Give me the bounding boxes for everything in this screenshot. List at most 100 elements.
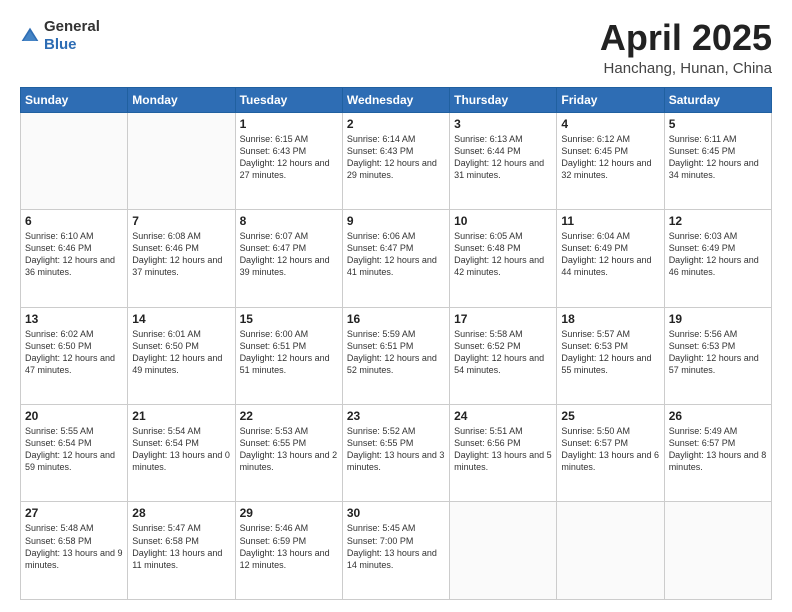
title-block: April 2025 Hanchang, Hunan, China — [600, 18, 772, 77]
calendar-cell: 10 Sunrise: 6:05 AMSunset: 6:48 PMDayligh… — [450, 210, 557, 307]
day-number: 24 — [454, 409, 552, 423]
day-detail: Sunrise: 5:57 AMSunset: 6:53 PMDaylight:… — [561, 328, 659, 377]
calendar-table: SundayMondayTuesdayWednesdayThursdayFrid… — [20, 87, 772, 600]
calendar-cell: 15 Sunrise: 6:00 AMSunset: 6:51 PMDayligh… — [235, 307, 342, 404]
day-number: 26 — [669, 409, 767, 423]
calendar-cell — [450, 502, 557, 600]
calendar-title: April 2025 — [600, 18, 772, 58]
day-detail: Sunrise: 6:14 AMSunset: 6:43 PMDaylight:… — [347, 133, 445, 182]
day-number: 30 — [347, 506, 445, 520]
calendar-cell: 1 Sunrise: 6:15 AMSunset: 6:43 PMDaylight… — [235, 112, 342, 209]
calendar-cell: 17 Sunrise: 5:58 AMSunset: 6:52 PMDayligh… — [450, 307, 557, 404]
calendar-cell: 29 Sunrise: 5:46 AMSunset: 6:59 PMDayligh… — [235, 502, 342, 600]
day-number: 16 — [347, 312, 445, 326]
calendar-cell: 21Sunrise: 5:54 AMSunset: 6:54 PMDayligh… — [128, 405, 235, 502]
day-number: 29 — [240, 506, 338, 520]
day-detail: Sunrise: 5:49 AMSunset: 6:57 PMDaylight:… — [669, 425, 767, 474]
day-number: 7 — [132, 214, 230, 228]
calendar-cell — [21, 112, 128, 209]
day-detail: Sunrise: 5:47 AMSunset: 6:58 PMDaylight:… — [132, 522, 230, 571]
day-detail: Sunrise: 6:05 AMSunset: 6:48 PMDaylight:… — [454, 230, 552, 279]
calendar-week-4: 20 Sunrise: 5:55 AMSunset: 6:54 PMDayligh… — [21, 405, 772, 502]
day-number: 3 — [454, 117, 552, 131]
day-detail: Sunrise: 5:48 AMSunset: 6:58 PMDaylight:… — [25, 522, 123, 571]
calendar-cell: 4 Sunrise: 6:12 AMSunset: 6:45 PMDaylight… — [557, 112, 664, 209]
weekday-header-saturday: Saturday — [664, 87, 771, 112]
calendar-cell: 2 Sunrise: 6:14 AMSunset: 6:43 PMDaylight… — [342, 112, 449, 209]
calendar-page: General Blue April 2025 Hanchang, Hunan,… — [0, 0, 792, 612]
day-number: 20 — [25, 409, 123, 423]
calendar-cell: 8 Sunrise: 6:07 AMSunset: 6:47 PMDaylight… — [235, 210, 342, 307]
day-number: 4 — [561, 117, 659, 131]
calendar-cell: 24 Sunrise: 5:51 AMSunset: 6:56 PMDayligh… — [450, 405, 557, 502]
calendar-cell: 3 Sunrise: 6:13 AMSunset: 6:44 PMDaylight… — [450, 112, 557, 209]
day-detail: Sunrise: 6:15 AMSunset: 6:43 PMDaylight:… — [240, 133, 338, 182]
day-detail: Sunrise: 6:04 AMSunset: 6:49 PMDaylight:… — [561, 230, 659, 279]
day-number: 2 — [347, 117, 445, 131]
weekday-header-thursday: Thursday — [450, 87, 557, 112]
day-detail: Sunrise: 5:51 AMSunset: 6:56 PMDaylight:… — [454, 425, 552, 474]
day-number: 1 — [240, 117, 338, 131]
weekday-header-friday: Friday — [557, 87, 664, 112]
day-number: 9 — [347, 214, 445, 228]
day-detail: Sunrise: 6:07 AMSunset: 6:47 PMDaylight:… — [240, 230, 338, 279]
day-number: 11 — [561, 214, 659, 228]
calendar-cell: 25Sunrise: 5:50 AMSunset: 6:57 PMDayligh… — [557, 405, 664, 502]
calendar-header-row: SundayMondayTuesdayWednesdayThursdayFrid… — [21, 87, 772, 112]
day-number: 13 — [25, 312, 123, 326]
calendar-cell: 23 Sunrise: 5:52 AMSunset: 6:55 PMDayligh… — [342, 405, 449, 502]
day-number: 17 — [454, 312, 552, 326]
day-number: 8 — [240, 214, 338, 228]
day-detail: Sunrise: 6:10 AMSunset: 6:46 PMDaylight:… — [25, 230, 123, 279]
day-number: 18 — [561, 312, 659, 326]
day-detail: Sunrise: 6:13 AMSunset: 6:44 PMDaylight:… — [454, 133, 552, 182]
day-detail: Sunrise: 6:01 AMSunset: 6:50 PMDaylight:… — [132, 328, 230, 377]
calendar-cell: 22 Sunrise: 5:53 AMSunset: 6:55 PMDayligh… — [235, 405, 342, 502]
day-detail: Sunrise: 6:00 AMSunset: 6:51 PMDaylight:… — [240, 328, 338, 377]
day-detail: Sunrise: 5:55 AMSunset: 6:54 PMDaylight:… — [25, 425, 123, 474]
day-number: 27 — [25, 506, 123, 520]
logo-blue: Blue — [44, 36, 77, 53]
day-number: 21 — [132, 409, 230, 423]
day-number: 28 — [132, 506, 230, 520]
day-number: 15 — [240, 312, 338, 326]
day-detail: Sunrise: 6:06 AMSunset: 6:47 PMDaylight:… — [347, 230, 445, 279]
calendar-cell: 6 Sunrise: 6:10 AMSunset: 6:46 PMDaylight… — [21, 210, 128, 307]
logo-general: General — [44, 18, 100, 35]
calendar-cell — [664, 502, 771, 600]
day-number: 12 — [669, 214, 767, 228]
day-number: 14 — [132, 312, 230, 326]
day-number: 5 — [669, 117, 767, 131]
day-detail: Sunrise: 5:53 AMSunset: 6:55 PMDaylight:… — [240, 425, 338, 474]
day-number: 22 — [240, 409, 338, 423]
calendar-cell: 12 Sunrise: 6:03 AMSunset: 6:49 PMDayligh… — [664, 210, 771, 307]
day-detail: Sunrise: 6:08 AMSunset: 6:46 PMDaylight:… — [132, 230, 230, 279]
day-detail: Sunrise: 5:46 AMSunset: 6:59 PMDaylight:… — [240, 522, 338, 571]
day-detail: Sunrise: 5:59 AMSunset: 6:51 PMDaylight:… — [347, 328, 445, 377]
calendar-cell: 20 Sunrise: 5:55 AMSunset: 6:54 PMDayligh… — [21, 405, 128, 502]
weekday-header-tuesday: Tuesday — [235, 87, 342, 112]
day-detail: Sunrise: 6:12 AMSunset: 6:45 PMDaylight:… — [561, 133, 659, 182]
calendar-cell: 14 Sunrise: 6:01 AMSunset: 6:50 PMDayligh… — [128, 307, 235, 404]
weekday-header-wednesday: Wednesday — [342, 87, 449, 112]
day-number: 6 — [25, 214, 123, 228]
calendar-week-5: 27 Sunrise: 5:48 AMSunset: 6:58 PMDayligh… — [21, 502, 772, 600]
day-detail: Sunrise: 6:03 AMSunset: 6:49 PMDaylight:… — [669, 230, 767, 279]
calendar-cell: 19Sunrise: 5:56 AMSunset: 6:53 PMDayligh… — [664, 307, 771, 404]
day-detail: Sunrise: 5:52 AMSunset: 6:55 PMDaylight:… — [347, 425, 445, 474]
calendar-cell: 11 Sunrise: 6:04 AMSunset: 6:49 PMDayligh… — [557, 210, 664, 307]
day-detail: Sunrise: 6:11 AMSunset: 6:45 PMDaylight:… — [669, 133, 767, 182]
calendar-cell: 5 Sunrise: 6:11 AMSunset: 6:45 PMDaylight… — [664, 112, 771, 209]
calendar-cell — [128, 112, 235, 209]
calendar-cell — [557, 502, 664, 600]
day-number: 23 — [347, 409, 445, 423]
day-number: 10 — [454, 214, 552, 228]
calendar-cell: 16 Sunrise: 5:59 AMSunset: 6:51 PMDayligh… — [342, 307, 449, 404]
weekday-header-monday: Monday — [128, 87, 235, 112]
calendar-week-3: 13Sunrise: 6:02 AMSunset: 6:50 PMDayligh… — [21, 307, 772, 404]
logo: General Blue — [20, 18, 100, 54]
calendar-cell: 26 Sunrise: 5:49 AMSunset: 6:57 PMDayligh… — [664, 405, 771, 502]
day-detail: Sunrise: 5:58 AMSunset: 6:52 PMDaylight:… — [454, 328, 552, 377]
calendar-cell: 27 Sunrise: 5:48 AMSunset: 6:58 PMDayligh… — [21, 502, 128, 600]
logo-text: General Blue — [44, 18, 100, 54]
